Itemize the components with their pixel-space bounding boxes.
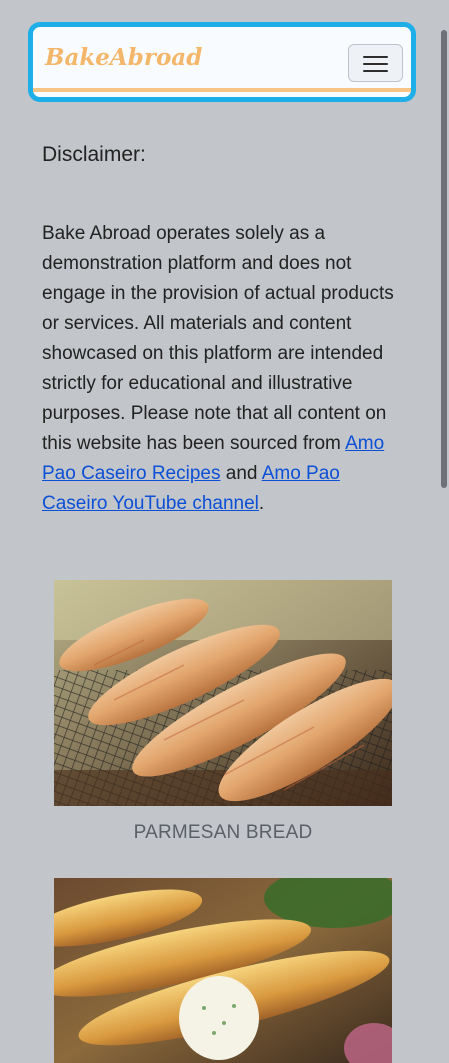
disclaimer-text: Bake Abroad operates solely as a demonst… xyxy=(42,219,407,519)
menu-toggle-button[interactable] xyxy=(348,44,403,82)
parmesan-bread-image[interactable] xyxy=(54,580,392,806)
hamburger-menu-icon xyxy=(363,70,388,72)
navbar: BakeAbroad xyxy=(28,22,416,102)
scrollbar-thumb[interactable] xyxy=(441,30,447,488)
garlic-bread-image[interactable] xyxy=(54,878,392,1063)
disclaimer-heading: Disclaimer: xyxy=(42,143,146,166)
disclaimer-joiner: and xyxy=(225,463,258,484)
navbar-underline xyxy=(33,88,411,92)
page-scrollbar[interactable] xyxy=(441,0,449,1063)
disclaimer-end: . xyxy=(258,493,265,514)
brand-logo[interactable]: BakeAbroad xyxy=(45,44,202,71)
recipe-caption[interactable]: PARMESAN BREAD xyxy=(54,822,392,844)
garlic-bread-photo xyxy=(54,878,392,1063)
disclaimer-body: Bake Abroad operates solely as a demonst… xyxy=(42,223,394,454)
hamburger-menu-icon xyxy=(363,63,388,65)
parmesan-bread-photo xyxy=(54,580,392,806)
hamburger-menu-icon xyxy=(363,56,388,58)
